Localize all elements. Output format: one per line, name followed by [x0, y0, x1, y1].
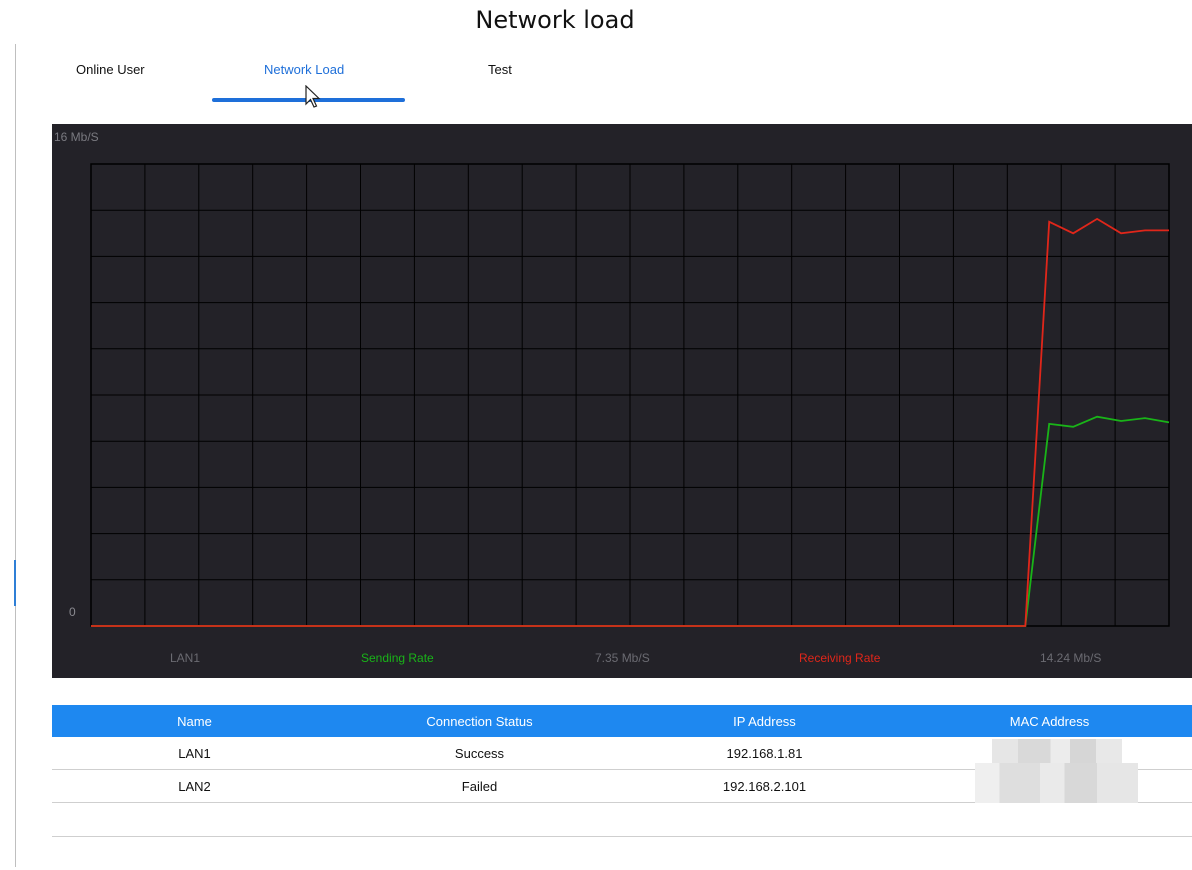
mac-address-redaction — [992, 739, 1122, 763]
tab-online-user[interactable]: Online User — [76, 62, 145, 77]
cell-ip-address: 192.168.2.101 — [722, 778, 807, 794]
column-header-mac-address[interactable]: MAC Address — [907, 705, 1192, 737]
cell-ip-address: 192.168.1.81 — [726, 745, 803, 761]
left-border — [15, 44, 16, 867]
tab-test[interactable]: Test — [488, 62, 512, 77]
cell-connection-status: Failed — [461, 778, 498, 794]
mac-address-redaction — [975, 763, 1138, 803]
table-row-empty — [52, 837, 1192, 870]
table-row-empty — [52, 803, 1192, 837]
cell-name: LAN2 — [178, 778, 211, 794]
left-scroll-accent — [14, 560, 16, 606]
network-load-chart: 16 Mb/S 0 LAN1 Sending Rate 7.35 Mb/S Receivi… — [52, 124, 1192, 678]
legend-receiving-label: Receiving Rate — [799, 651, 881, 665]
column-header-ip-address[interactable]: IP Address — [622, 705, 907, 737]
chart-svg: 16 Mb/S 0 LAN1 Sending Rate 7.35 Mb/S Receivi… — [54, 130, 1170, 665]
tab-network-load[interactable]: Network Load — [264, 62, 344, 77]
legend-interface: LAN1 — [170, 651, 200, 665]
table-header: Name Connection Status IP Address MAC Ad… — [52, 705, 1192, 737]
mouse-cursor-icon — [305, 85, 321, 108]
page-title: Network load — [475, 6, 635, 34]
column-header-connection-status[interactable]: Connection Status — [337, 705, 622, 737]
y-axis-top-label: 16 Mb/S — [54, 130, 99, 144]
legend-sending-value: 7.35 Mb/S — [595, 651, 650, 665]
cell-connection-status: Success — [454, 745, 505, 761]
cell-name: LAN1 — [178, 745, 211, 761]
column-header-name[interactable]: Name — [52, 705, 337, 737]
legend-sending-label: Sending Rate — [361, 651, 434, 665]
y-axis-bottom-label: 0 — [69, 605, 76, 619]
legend-receiving-value: 14.24 Mb/S — [1040, 651, 1101, 665]
